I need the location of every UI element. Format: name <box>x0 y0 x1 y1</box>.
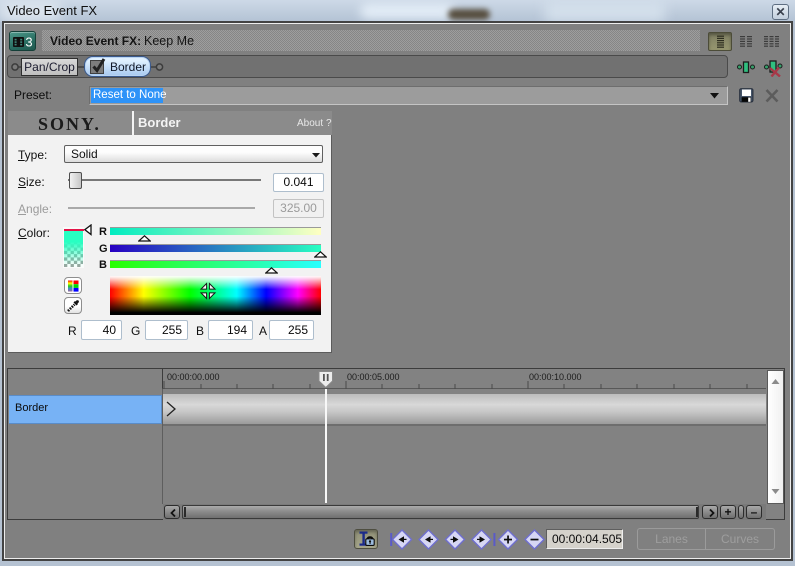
svg-text:3: 3 <box>25 35 32 50</box>
